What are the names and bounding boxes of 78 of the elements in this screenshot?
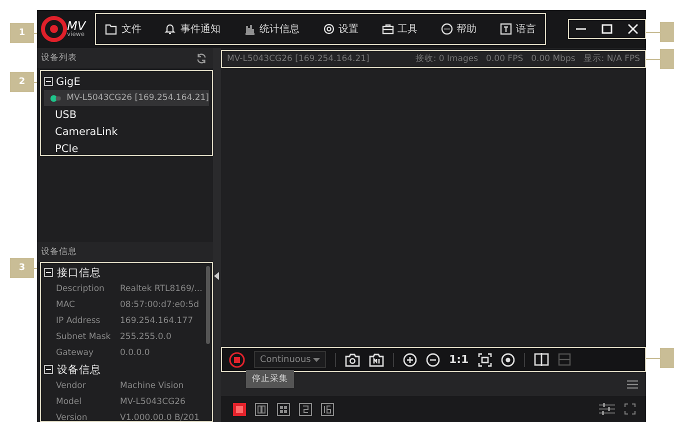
scrollbar[interactable] [206,266,210,344]
property-value: Machine Vision [120,381,184,391]
target-icon[interactable] [500,352,515,366]
property-label: Subnet Mask [56,332,112,342]
menu-item[interactable]: 设置 [322,22,359,36]
sixteen-view-icon[interactable] [321,402,334,416]
collapse-icon[interactable] [44,365,53,374]
menu-item[interactable]: 工具 [382,22,418,36]
refresh-icon[interactable] [196,52,207,64]
folder-icon [105,23,118,35]
fit-screen-icon[interactable] [478,352,492,366]
maximize-icon[interactable] [600,23,613,35]
logo-icon [41,16,67,42]
callout-label: 3 [10,258,34,278]
sliders-icon[interactable] [599,403,615,415]
property-label: Description [56,284,106,294]
property-value: 255.255.0.0 [120,332,172,342]
group-title: 接口信息 [57,266,101,280]
settings-icon [322,23,335,35]
dots-circle-icon [440,23,453,35]
single-view-icon[interactable] [233,402,246,416]
bar-chart-icon [244,23,256,35]
property-label: IP Address [56,316,102,326]
close-icon[interactable] [626,23,639,35]
nine-view-icon[interactable] [299,402,312,416]
property-value: Realtek RTL8169/... [120,284,202,294]
stop-icon[interactable] [229,352,245,368]
split-vertical-icon[interactable] [534,353,549,366]
device-item[interactable]: MV-L5043CG26 [169.254.164.21] [44,90,209,106]
status-text: 显示: N/A FPS [583,53,640,65]
callout-label: 1 [10,23,34,43]
letter-box-icon [500,23,512,35]
panel-title: 设备列表 [41,52,77,64]
menu-item[interactable]: 帮助 [440,22,477,36]
callout-label: 2 [10,72,34,92]
panel-title: 设备信息 [41,246,77,258]
property-label: Model [56,397,83,407]
logo-text: MV [67,20,86,32]
bell-icon [164,23,176,35]
camera-icon[interactable] [345,352,360,366]
fullscreen-icon[interactable] [624,403,636,415]
zoom-out-icon[interactable] [426,352,440,366]
tree-item[interactable]: GigE [44,73,209,90]
two-view-icon[interactable] [255,402,268,416]
toolbox-icon [382,23,394,35]
actual-size-button[interactable]: 1:1 [449,353,469,366]
group-title: 设备信息 [57,362,101,376]
collapse-icon[interactable] [44,268,53,277]
collapse-icon[interactable] [44,77,53,86]
status-text: 0.00 FPS [486,54,524,64]
property-value: 0.0.0.0 [120,348,150,358]
status-text: 0.00 Mbps [531,54,576,64]
property-value: V1.000.00.0 B/201 [120,413,200,422]
caret-icon [313,358,320,362]
property-value: MV-L5043CG26 [120,397,186,407]
property-value: 169.254.164.177 [120,316,194,326]
menu-item[interactable]: 统计信息 [244,22,300,36]
menu-item[interactable]: 事件通知 [164,22,220,36]
record-icon[interactable] [369,352,384,366]
tooltip: 停止采集 [246,370,294,388]
tree-item[interactable]: CameraLink [44,123,209,140]
device-name: MV-L5043CG26 [169.254.164.21] [227,54,370,64]
property-value: 08:57:00:d7:e0:5d [120,300,200,310]
property-label: Version [56,413,88,422]
mode-dropdown[interactable]: Continuous [254,351,326,368]
collapse-arrow-icon[interactable] [214,272,220,280]
status-text: 接收: 0 Images [415,53,478,65]
menu-item[interactable]: 语言 [500,22,536,36]
four-view-icon[interactable] [277,402,290,416]
menu-icon[interactable] [627,380,638,388]
zoom-in-icon[interactable] [403,352,417,366]
property-label: Gateway [56,348,95,358]
property-label: Vendor [56,381,87,391]
tree-item[interactable]: USB [44,106,209,123]
menu-item[interactable]: 文件 [105,22,142,36]
tree-item[interactable]: PCIe [44,140,209,157]
property-label: MAC [56,300,76,310]
camera-status-icon [50,94,62,102]
